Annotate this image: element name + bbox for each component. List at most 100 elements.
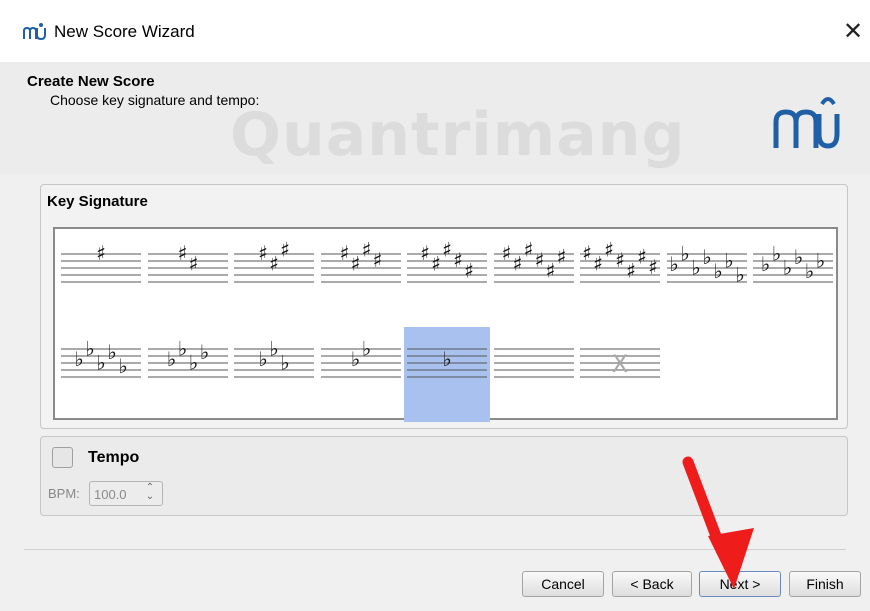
sharp-icon: ♯ [339,241,349,265]
watermark: Quantrimang [230,100,686,170]
staff-icon: ♭ ♭♭ ♭♭ ♭ [753,242,833,283]
flat-icon: ♭ [761,252,770,276]
key-signature-option[interactable]: ♯ ♯ ♯ ♯ [318,232,404,327]
sharp-icon: ♯ [442,238,452,262]
staff-icon: ♭ ♭♭ ♭ [147,337,228,378]
title-bar: New Score Wizard ✕ [0,0,870,62]
sharp-icon: ♯ [523,238,533,262]
staff-icon: ♯ ♯♯ ♯ ♯♯ [493,238,574,283]
flat-icon: ♭ [269,337,278,361]
key-signature-option[interactable]: ♭ ♭ [318,327,404,422]
back-button[interactable]: < Back [612,571,692,597]
flat-icon: ♭ [783,256,792,280]
flat-icon: ♭ [669,252,678,276]
next-button[interactable]: Next > [699,571,781,597]
sharp-icon: ♯ [648,255,658,279]
sharp-icon: ♯ [626,259,636,283]
flat-icon: ♭ [118,354,127,378]
key-signature-option[interactable]: ♯ ♯ [145,232,231,327]
flat-icon: ♭ [691,256,700,280]
sharp-icon: ♯ [615,248,625,272]
flat-icon: ♭ [361,337,370,361]
flat-icon: ♭ [188,351,197,375]
sharp-icon: ♯ [372,248,382,272]
flat-icon: ♭ [713,259,722,283]
key-signature-option[interactable]: ♭ ♭ ♭ ♭ ♭ ♭ [750,232,836,327]
page-title: Create New Score [27,73,155,90]
key-signature-option[interactable]: X [577,327,663,422]
flat-icon: ♭ [816,249,825,273]
sharp-icon: ♯ [604,238,614,262]
staff-icon: ♭ ♭ [320,337,401,378]
sharp-icon: ♯ [280,238,290,262]
flat-icon: ♭ [166,347,175,371]
musescore-logo [773,97,840,149]
key-signature-option[interactable]: ♯ ♯ ♯ [231,232,317,327]
bpm-label: BPM: [48,486,80,501]
staff-icon [493,348,574,378]
key-signature-grid: ♯ ♯ ♯ ♯ ♯ ♯ ♯ ♯ ♯ ♯ ♯ ♯ ♯ ♯ ♯ ♯ ♯ ♯ ♯ ♯ ♯ ♯ ♯ ♯ ♯ ♯ ♯ ♯ ♭ ♭ ♭ ♭ ♭ ♭ ♭ ♭ ♭ ♭ ♭ ♭… [53,227,838,422]
key-signature-title: Key Signature [47,193,148,210]
sharp-icon: ♯ [556,245,566,269]
sharp-icon: ♯ [512,252,522,276]
key-signature-option[interactable] [491,327,577,422]
staff-icon: ♯ ♯♯ ♯ ♯♯ ♯ [580,238,660,283]
staff-icon: ♯ ♯♯ [234,238,314,283]
key-signature-option[interactable]: ♯ ♯ ♯ ♯ ♯ ♯ ♯ [577,232,663,327]
key-signature-option[interactable]: ♭ ♭ ♭ ♭ [145,327,231,422]
flat-icon: ♭ [96,351,105,375]
sharp-icon: ♯ [534,248,544,272]
tempo-label: Tempo [88,449,140,466]
flat-icon: ♭ [772,242,781,266]
staff-icon: ♭ ♭♭ ♭♭ ♭♭ [666,242,747,287]
page-subtitle: Choose key signature and tempo: [50,92,260,108]
tempo-checkbox[interactable] [52,447,73,468]
staff-icon: ♯ ♯♯ ♯ ♯ [407,238,487,283]
sharp-icon: ♯ [361,238,371,262]
sharp-icon: ♯ [96,241,106,265]
button-separator [24,549,846,550]
spinbox-arrows-icon[interactable]: ⌃ ⌄ [141,483,159,503]
key-signature-option[interactable]: ♭ ♭ ♭ ♭ ♭ ♭ ♭ [664,232,750,327]
flat-icon: ♭ [735,263,744,287]
flat-icon: ♭ [680,242,689,266]
flat-icon: ♭ [85,337,94,361]
musescore-app-icon [23,23,46,40]
staff-icon: X [580,348,660,378]
flat-icon: ♭ [199,340,208,364]
sharp-icon: ♯ [177,241,187,265]
finish-button[interactable]: Finish [789,571,861,597]
flat-icon: ♭ [724,249,733,273]
staff-icon: ♯ [61,241,141,283]
flat-icon: ♭ [177,337,186,361]
sharp-icon: ♯ [593,252,603,276]
sharp-icon: ♯ [464,259,474,283]
key-signature-option[interactable]: ♯ ♯ ♯ ♯ ♯ ♯ [491,232,577,327]
close-icon[interactable]: ✕ [838,16,868,46]
staff-icon: ♭ [407,347,487,378]
flat-icon: ♭ [442,347,451,371]
sharp-icon: ♯ [501,241,511,265]
sharp-icon: ♯ [258,241,268,265]
flat-icon: ♭ [258,347,267,371]
key-signature-option[interactable]: ♯ ♯ ♯ ♯ ♯ [404,232,490,327]
flat-icon: ♭ [280,351,289,375]
sharp-icon: ♯ [350,252,360,276]
staff-icon: ♭ ♭♭ ♭♭ [61,337,141,378]
sharp-icon: ♯ [431,252,441,276]
sharp-icon: ♯ [269,252,279,276]
key-signature-option[interactable]: ♭ [404,327,490,422]
key-signature-option[interactable]: ♭ ♭ ♭ ♭ ♭ [58,327,144,422]
flat-icon: ♭ [74,347,83,371]
flat-icon: ♭ [794,245,803,269]
staff-icon: ♯ ♯ [147,241,228,283]
key-signature-option[interactable]: ♯ [58,232,144,327]
sharp-icon: ♯ [545,259,555,283]
flat-icon: ♭ [350,347,359,371]
sharp-icon: ♯ [453,248,463,272]
flat-icon: ♭ [805,259,814,283]
key-signature-option[interactable]: ♭ ♭ ♭ [231,327,317,422]
cancel-button[interactable]: Cancel [522,571,604,597]
sharp-icon: ♯ [420,241,430,265]
sharp-icon: ♯ [637,245,647,269]
